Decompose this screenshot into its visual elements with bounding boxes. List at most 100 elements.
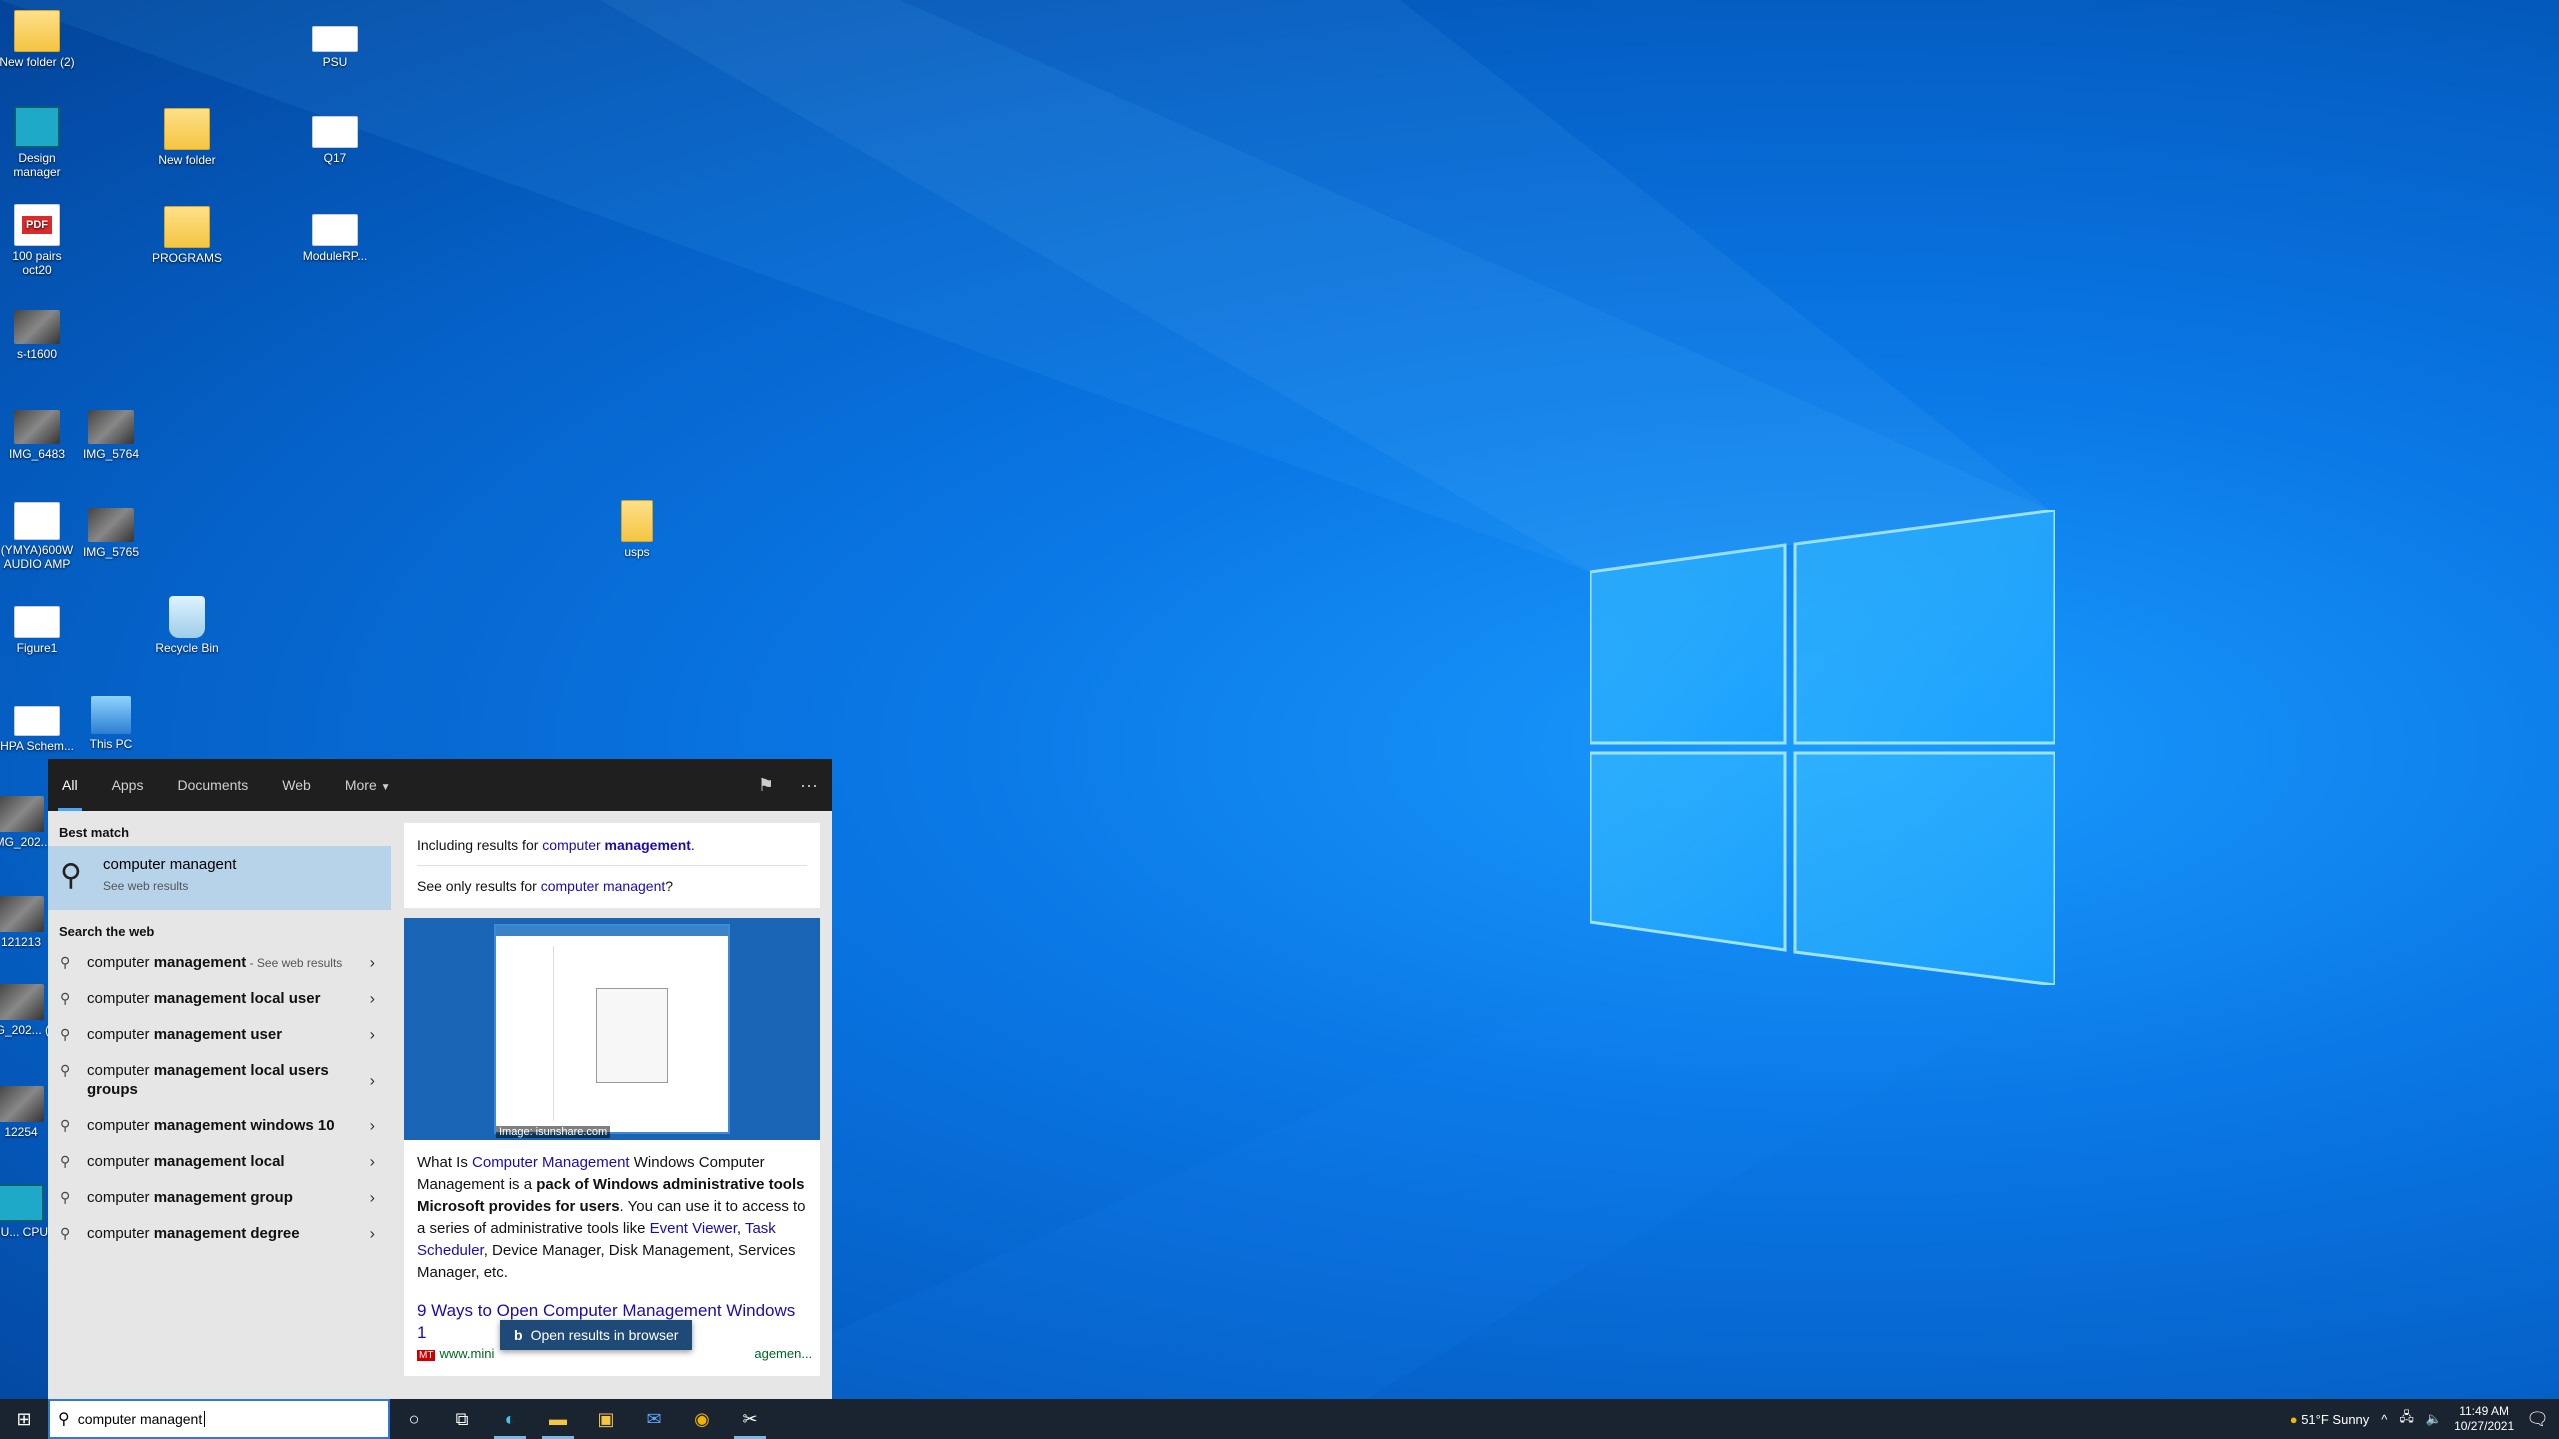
web-result-item[interactable]: ⚲ computer management local user › — [48, 981, 393, 1017]
best-match-item[interactable]: ⚲ computer managent See web results — [48, 846, 391, 910]
start-button[interactable]: ⊞ — [0, 1399, 48, 1439]
chrome-icon: ◉ — [694, 1408, 710, 1429]
see-only-results: See only results for computer managent? — [417, 878, 674, 894]
tab-all[interactable]: All — [58, 759, 82, 811]
search-icon: ⚲ — [60, 1153, 71, 1169]
desktop-icon-new-folder[interactable]: New folder — [148, 108, 226, 167]
desktop-icon-figure1[interactable]: Figure1 — [0, 606, 76, 655]
search-icon: ⚲ — [60, 990, 71, 1006]
spelling-card: Including results for computer managemen… — [404, 823, 820, 908]
image-icon — [14, 310, 60, 344]
result-image[interactable]: Image: isunshare.com — [404, 918, 820, 1140]
folder-icon: ▬ — [549, 1408, 567, 1429]
clock[interactable]: 11:49 AM 10/27/2021 — [2454, 1404, 2514, 1434]
web-result-item[interactable]: ⚲ computer management local › — [48, 1144, 393, 1180]
desktop-icon-q17[interactable]: Q17 — [296, 116, 374, 165]
store-icon: ▣ — [597, 1408, 615, 1429]
chevron-down-icon: ▼ — [380, 782, 391, 793]
desktop-icon-audio-amp[interactable]: (YMYA)600W AUDIO AMP — [0, 502, 76, 571]
document-icon — [14, 706, 60, 736]
document-icon — [312, 26, 358, 52]
desktop-icon-new-folder-2[interactable]: New folder (2) — [0, 10, 76, 69]
search-icon: ⚲ — [60, 1189, 71, 1205]
chevron-right-icon: › — [369, 1189, 375, 1207]
search-web-heading: Search the web — [59, 924, 155, 939]
web-result-item[interactable]: ⚲ computer management user › — [48, 1017, 393, 1053]
tab-more[interactable]: More ▼ — [345, 759, 391, 811]
desktop-icon-st1600[interactable]: s-t1600 — [0, 310, 76, 361]
feedback-icon[interactable]: ⚑ — [758, 775, 774, 796]
open-results-in-browser-button[interactable]: b Open results in browser — [500, 1320, 693, 1350]
tab-web[interactable]: Web — [282, 759, 311, 811]
pdf-icon: PDF — [14, 204, 60, 246]
desktop-icon-psu[interactable]: PSU — [296, 26, 374, 69]
image-icon — [14, 410, 60, 444]
search-icon: ⚲ — [60, 859, 82, 892]
search-icon: ⚲ — [60, 954, 71, 970]
chevron-right-icon: › — [369, 1117, 375, 1135]
taskbar-search-box[interactable]: ⚲ computer managent — [48, 1399, 390, 1439]
chevron-right-icon: › — [369, 1153, 375, 1171]
desktop-icon-modulerp[interactable]: ModuleRP... — [296, 214, 374, 263]
weather-widget[interactable]: ● 51°F Sunny — [2290, 1412, 2370, 1427]
network-icon[interactable]: 🖧 — [2399, 1408, 2414, 1430]
web-result-item[interactable]: ⚲ computer management group › — [48, 1180, 393, 1216]
web-result-item[interactable]: ⚲ computer management windows 10 › — [48, 1108, 393, 1144]
chevron-up-icon[interactable]: ^ — [2381, 1412, 2387, 1427]
link-event-viewer[interactable]: Event Viewer — [650, 1220, 737, 1237]
edge-icon: ◐ — [504, 1408, 516, 1429]
tab-documents[interactable]: Documents — [177, 759, 248, 811]
cortana-button[interactable]: ○ — [390, 1399, 438, 1439]
taskbar-edge[interactable]: ◐ — [486, 1399, 534, 1439]
folder-icon — [14, 10, 60, 52]
taskbar-file-explorer[interactable]: ▬ — [534, 1399, 582, 1439]
more-options-icon[interactable]: ··· — [800, 775, 818, 796]
taskbar-snipping-tool[interactable]: ✂ — [726, 1399, 774, 1439]
desktop-icon-recycle-bin[interactable]: Recycle Bin — [148, 596, 226, 655]
search-panel: All Apps Documents Web More ▼ ⚑ ··· Best… — [48, 759, 832, 1399]
desktop-icon-usps[interactable]: usps — [598, 500, 676, 559]
desktop-icon-img5764[interactable]: IMG_5764 — [72, 410, 150, 461]
image-icon — [0, 896, 44, 932]
bing-icon: b — [514, 1327, 523, 1343]
system-tray: ● 51°F Sunny ^ 🖧 🔈 11:49 AM 10/27/2021 🗨 — [2290, 1399, 2559, 1439]
desktop-icon-hpa-schem[interactable]: HPA Schem... — [0, 706, 76, 753]
notifications-icon[interactable]: 🗨 — [2526, 1409, 2549, 1430]
desktop-icon-programs[interactable]: PROGRAMS — [148, 206, 226, 265]
results-list: Best match ⚲ computer managent See web r… — [48, 811, 393, 1399]
image-icon — [88, 508, 134, 542]
taskbar-store[interactable]: ▣ — [582, 1399, 630, 1439]
search-tabs-bar: All Apps Documents Web More ▼ ⚑ ··· — [48, 759, 832, 811]
preview-pane: Including results for computer managemen… — [404, 811, 820, 1399]
taskbar-chrome[interactable]: ◉ — [678, 1399, 726, 1439]
search-icon: ⚲ — [60, 1062, 71, 1078]
tab-apps[interactable]: Apps — [112, 759, 144, 811]
app-icon — [0, 1184, 44, 1222]
desktop-icon-img6483[interactable]: IMG_6483 — [0, 410, 76, 461]
taskbar-mail[interactable]: ✉ — [630, 1399, 678, 1439]
task-view-button[interactable]: ⧉ — [438, 1399, 486, 1439]
desktop-icon-img5765[interactable]: IMG_5765 — [72, 508, 150, 559]
best-match-heading: Best match — [59, 825, 130, 840]
folder-icon — [621, 500, 653, 542]
link-computer-management[interactable]: Computer Management — [472, 1154, 630, 1171]
site-favicon-icon: MT — [417, 1350, 436, 1361]
sun-icon: ● — [2289, 1411, 2298, 1427]
including-results: Including results for computer managemen… — [417, 837, 695, 853]
search-input[interactable]: computer managent — [78, 1411, 203, 1427]
including-results-link[interactable]: computer management — [542, 837, 691, 853]
desktop-icon-pdf[interactable]: PDF 100 pairs oct20 — [0, 204, 76, 277]
web-result-item[interactable]: ⚲ computer management - See web results › — [48, 945, 393, 981]
folder-icon — [164, 108, 210, 150]
web-result-item[interactable]: ⚲ computer management local users groups › — [48, 1053, 393, 1108]
chevron-right-icon: › — [369, 990, 375, 1008]
web-result-item[interactable]: ⚲ computer management degree › — [48, 1216, 393, 1252]
mail-icon: ✉ — [646, 1408, 662, 1429]
desktop-icon-this-pc[interactable]: This PC — [72, 696, 150, 751]
image-icon — [0, 984, 44, 1020]
desktop-icon-design-manager[interactable]: Design manager — [0, 106, 76, 179]
image-icon — [88, 410, 134, 444]
see-only-results-link[interactable]: computer managent — [541, 878, 666, 894]
cortana-icon: ○ — [408, 1408, 420, 1429]
volume-icon[interactable]: 🔈 — [2426, 1411, 2442, 1427]
